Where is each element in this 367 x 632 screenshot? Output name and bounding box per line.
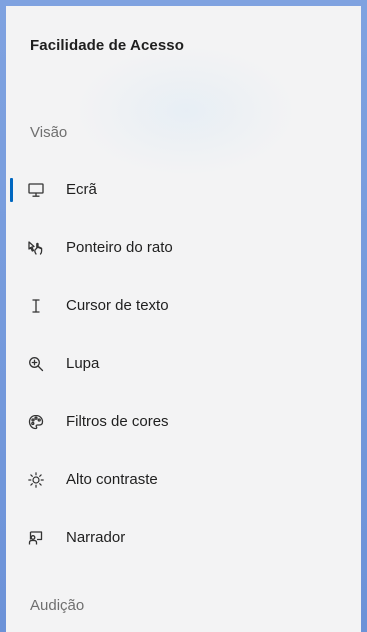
section-header-hearing: Audição — [30, 597, 85, 614]
sidebar-item-label: Narrador — [66, 529, 126, 546]
magnifier-icon — [26, 354, 46, 374]
sidebar-item-label: Cursor de texto — [66, 297, 169, 314]
sidebar-item-text-cursor[interactable]: Cursor de texto — [6, 286, 361, 326]
sidebar-item-label: Alto contraste — [66, 471, 158, 488]
sidebar-item-magnifier[interactable]: Lupa — [6, 344, 361, 384]
sidebar-item-narrator[interactable]: Narrador — [6, 518, 361, 558]
high-contrast-sun-icon — [26, 470, 46, 490]
sidebar-item-mouse-pointer[interactable]: Ponteiro do rato — [6, 228, 361, 268]
sidebar-item-high-contrast[interactable]: Alto contraste — [6, 460, 361, 500]
page-title: Facilidade de Acesso — [30, 37, 185, 54]
monitor-icon — [26, 180, 46, 200]
color-palette-icon — [26, 412, 46, 432]
settings-sidebar: Facilidade de Acesso Visão Ecrã Ponteiro… — [6, 6, 361, 632]
sidebar-item-label: Ecrã — [66, 181, 97, 198]
text-cursor-icon — [26, 296, 46, 316]
sidebar-item-display[interactable]: Ecrã — [6, 170, 361, 210]
sidebar-item-label: Ponteiro do rato — [66, 239, 173, 256]
sidebar-item-color-filters[interactable]: Filtros de cores — [6, 402, 361, 442]
window-frame: Facilidade de Acesso Visão Ecrã Ponteiro… — [0, 0, 367, 632]
sidebar-item-label: Filtros de cores — [66, 413, 169, 430]
narrator-icon — [26, 528, 46, 548]
section-header-vision: Visão — [30, 124, 68, 141]
selection-indicator — [10, 178, 13, 202]
mouse-pointer-icon — [26, 238, 46, 258]
sidebar-item-label: Lupa — [66, 355, 100, 372]
